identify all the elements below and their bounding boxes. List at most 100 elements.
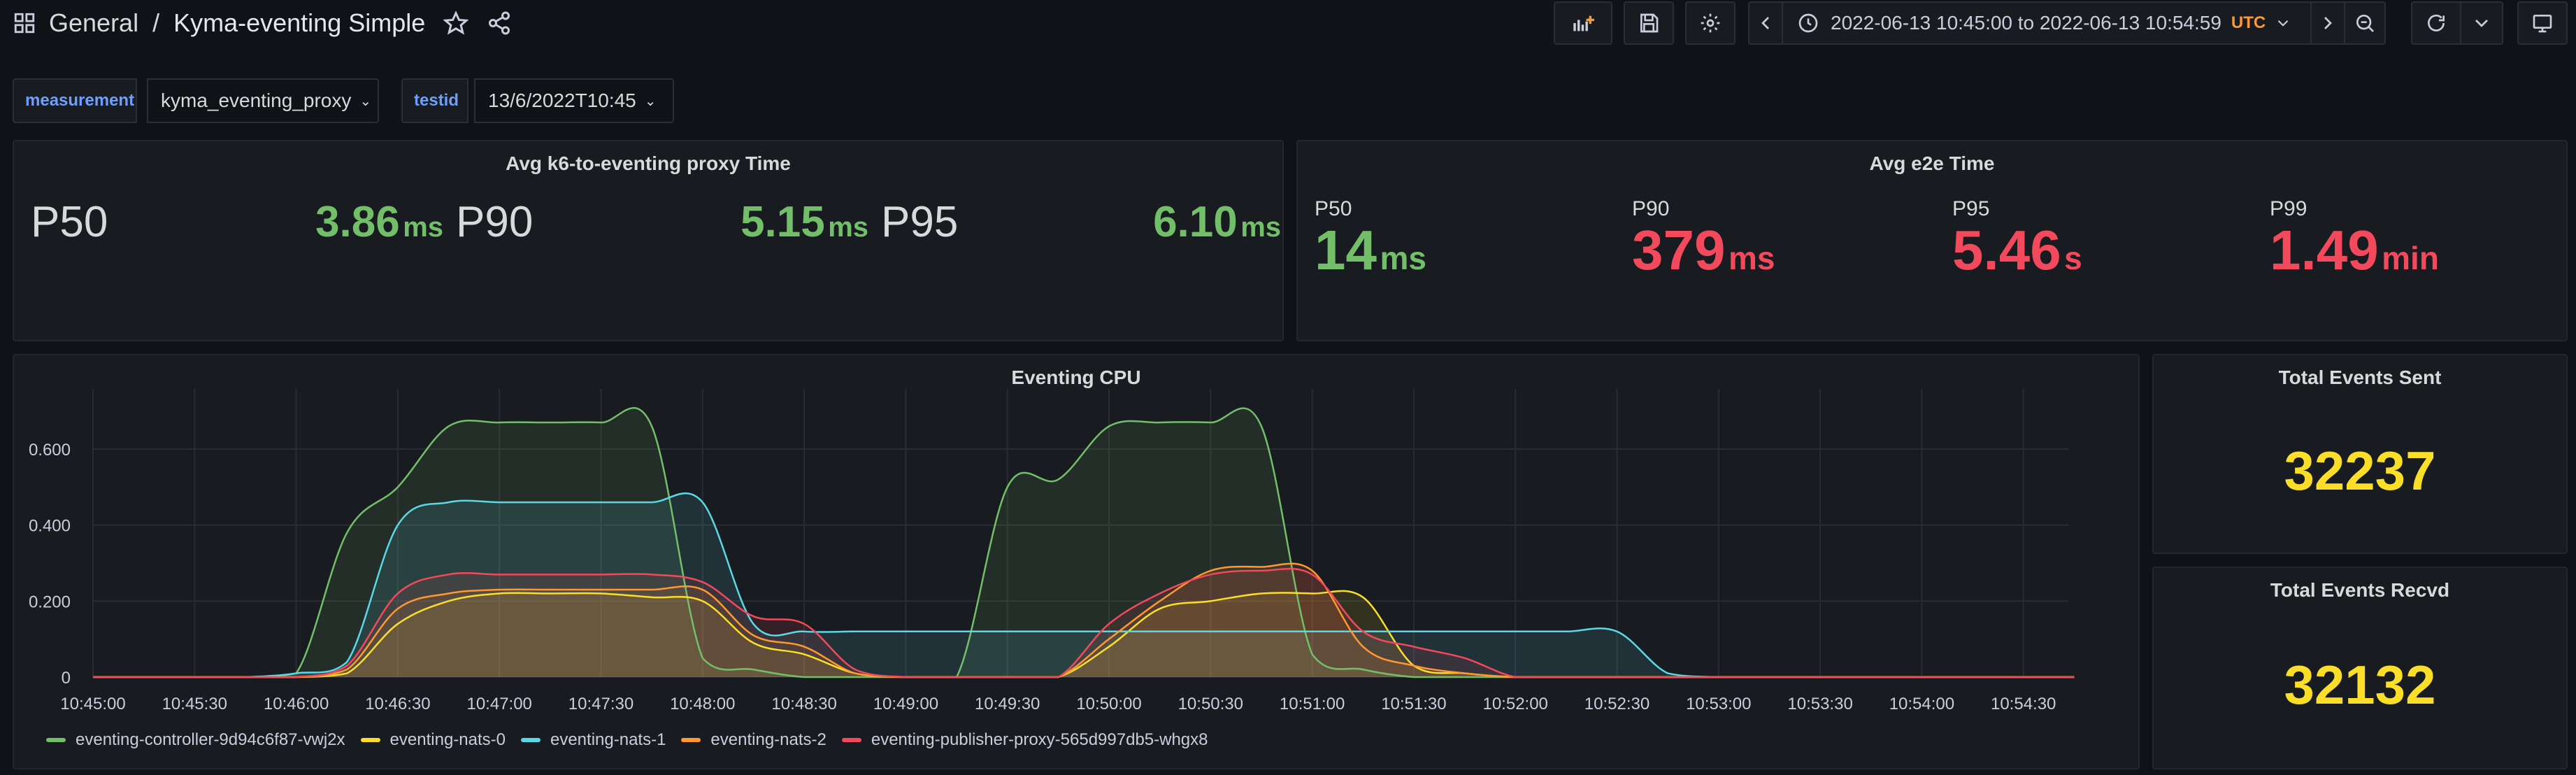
stat-name: P50 <box>31 198 108 246</box>
chevron-down-icon: ⌄ <box>359 93 372 109</box>
stat-unit: ms <box>828 212 868 243</box>
e2e-stat-p50: P50 14 ms <box>1315 197 1426 283</box>
legend-label: eventing-nats-1 <box>550 730 666 749</box>
apps-grid-icon[interactable] <box>13 11 36 35</box>
clock-icon <box>1798 13 1818 33</box>
stat-unit: ms <box>1728 240 1775 276</box>
timezone-label: UTC <box>2231 13 2266 32</box>
x-tick-label: 10:52:30 <box>1584 695 1650 713</box>
time-shift-forward-button[interactable] <box>2310 1 2345 45</box>
x-tick-label: 10:46:00 <box>264 695 329 713</box>
share-icon[interactable] <box>487 10 512 36</box>
panel-proxy-time: Avg k6-to-eventing proxy Time P50 3.86 m… <box>13 140 1284 341</box>
panel-title[interactable]: Avg k6-to-eventing proxy Time <box>14 152 1282 175</box>
legend-item[interactable]: eventing-nats-2 <box>681 730 827 750</box>
refresh-button[interactable] <box>2411 1 2461 45</box>
stat-p90: P90 5.15 ms <box>456 197 868 253</box>
legend-label: eventing-controller-9d94c6f87-vwj2x <box>76 730 345 749</box>
refresh-interval-dropdown[interactable] <box>2460 1 2503 45</box>
panel-e2e-time: Avg e2e Time P50 14 ms P90 379 ms P95 5.… <box>1296 140 2568 341</box>
panel-total-events-recvd: Total Events Recvd 32132 <box>2152 567 2568 769</box>
variable-select-measurement[interactable]: kyma_eventing_proxy ⌄ <box>147 78 379 123</box>
legend-label: eventing-publisher-proxy-565d997db5-whgx… <box>871 730 1208 749</box>
time-range-from: 2022-06-13 10:45:00 <box>1831 12 2012 34</box>
breadcrumb-folder[interactable]: General <box>49 8 138 38</box>
stat-unit: s <box>2064 240 2082 276</box>
chevron-down-icon <box>2277 20 2289 27</box>
legend-label: eventing-nats-2 <box>710 730 827 749</box>
variable-label-testid: testid <box>401 78 468 123</box>
x-tick-label: 10:46:30 <box>365 695 430 713</box>
x-tick-label: 10:48:00 <box>670 695 735 713</box>
stat-value: 379 <box>1632 219 1726 281</box>
x-tick-label: 10:51:30 <box>1381 695 1446 713</box>
stat-p50: P50 3.86 ms <box>31 197 443 253</box>
chevron-down-icon <box>2475 20 2488 27</box>
star-icon[interactable] <box>443 10 469 36</box>
chevron-left-icon <box>1761 17 1769 29</box>
stat-unit: min <box>2382 240 2439 276</box>
legend-item[interactable]: eventing-nats-0 <box>360 730 506 750</box>
x-tick-label: 10:49:00 <box>873 695 938 713</box>
view-mode-button[interactable] <box>2517 1 2568 45</box>
save-icon <box>1640 13 1659 33</box>
gear-icon <box>1701 13 1720 33</box>
stat-value: 5.46 <box>1952 219 2061 281</box>
time-range-to: 2022-06-13 10:54:59 <box>2039 12 2221 34</box>
stat-value: 6.10 <box>1153 198 1238 246</box>
breadcrumb: General / Kyma-eventing Simple <box>13 6 512 41</box>
e2e-stat-p95: P95 5.46 s <box>1952 197 2082 283</box>
variable-label-measurement: measurement <box>13 78 137 123</box>
x-tick-label: 10:50:00 <box>1076 695 1141 713</box>
zoom-out-icon <box>2356 15 2374 32</box>
stat-name: P95 <box>1952 197 1990 220</box>
stat-value: 32237 <box>2284 440 2436 502</box>
breadcrumb-separator: / <box>152 8 160 37</box>
x-tick-label: 10:54:00 <box>1889 695 1954 713</box>
y-tick-label: 0.400 <box>29 517 71 536</box>
refresh-icon <box>2428 14 2445 31</box>
dashboard-title[interactable]: Kyma-eventing Simple <box>173 8 425 38</box>
add-panel-icon <box>1573 15 1594 31</box>
legend-item[interactable]: eventing-publisher-proxy-565d997db5-whgx… <box>841 730 1208 750</box>
panel-total-events-sent: Total Events Sent 32237 <box>2152 354 2568 554</box>
stat-value: 32132 <box>2284 654 2436 716</box>
y-tick-label: 0 <box>62 669 71 688</box>
time-range-to-word: to <box>2017 12 2035 34</box>
top-navbar: General / Kyma-eventing Simple 2022-06-1… <box>0 0 2576 46</box>
stat-name: P90 <box>1632 197 1670 220</box>
y-tick-label: 0.600 <box>29 441 71 460</box>
stat-unit: ms <box>1240 212 1281 243</box>
stat-unit: ms <box>403 212 443 243</box>
variable-select-testid[interactable]: 13/6/2022T10:45 ⌄ <box>474 78 674 123</box>
x-tick-label: 10:45:00 <box>60 695 125 713</box>
add-panel-button[interactable] <box>1554 1 1612 45</box>
panel-title[interactable]: Total Events Recvd <box>2154 579 2566 602</box>
stat-name: P90 <box>456 198 534 246</box>
e2e-stat-p99: P99 1.49 min <box>2270 197 2439 283</box>
legend-item[interactable]: eventing-nats-1 <box>520 730 666 750</box>
legend-swatch <box>841 738 861 742</box>
legend-item[interactable]: eventing-controller-9d94c6f87-vwj2x <box>46 730 345 750</box>
y-tick-label: 0.200 <box>29 592 71 611</box>
x-tick-label: 10:53:00 <box>1686 695 1751 713</box>
panel-title[interactable]: Total Events Sent <box>2154 367 2566 389</box>
time-range-picker[interactable]: 2022-06-13 10:45:00 to 2022-06-13 10:54:… <box>1782 1 2312 45</box>
save-dashboard-button[interactable] <box>1624 1 1674 45</box>
x-tick-label: 10:47:30 <box>568 695 634 713</box>
variable-value-measurement: kyma_eventing_proxy <box>161 90 352 111</box>
dashboard-settings-button[interactable] <box>1685 1 1736 45</box>
zoom-out-button[interactable] <box>2344 1 2386 45</box>
variable-value-testid: 13/6/2022T10:45 <box>488 90 636 111</box>
legend-swatch <box>520 738 541 742</box>
x-tick-label: 10:47:00 <box>466 695 531 713</box>
stat-value: 1.49 <box>2270 219 2379 281</box>
e2e-stat-p90: P90 379 ms <box>1632 197 1775 283</box>
eventing-cpu-chart[interactable]: 0 0.200 0.400 0.600 10:45:00 10:45:30 10:46:0… <box>13 354 2140 769</box>
x-tick-label: 10:50:30 <box>1178 695 1243 713</box>
chevron-right-icon <box>2324 17 2332 29</box>
x-tick-label: 10:52:00 <box>1482 695 1547 713</box>
stat-p95: P95 6.10 ms <box>881 197 1281 253</box>
panel-title[interactable]: Avg e2e Time <box>1298 152 2566 175</box>
time-shift-back-button[interactable] <box>1748 1 1783 45</box>
